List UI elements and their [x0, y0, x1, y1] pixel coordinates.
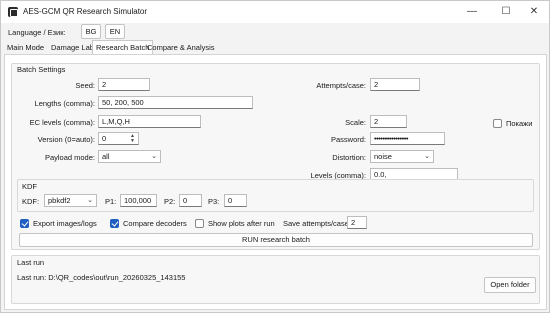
- language-label: Language / Език:: [8, 28, 66, 37]
- kdf-p3-input[interactable]: 0: [224, 194, 247, 207]
- maximize-button[interactable]: ☐: [491, 1, 521, 23]
- tab-damage-lab[interactable]: Damage Lab: [48, 41, 97, 55]
- lengths-label: Lengths (comma):: [34, 99, 95, 108]
- seed-label: Seed:: [75, 81, 95, 90]
- last-run-group: Last run Last run: D:\QR_codes\out\run_2…: [11, 255, 540, 304]
- attempts-input[interactable]: 2: [370, 78, 420, 91]
- show-password-label: Покажи: [506, 119, 533, 128]
- export-images-checkbox[interactable]: [20, 219, 29, 228]
- payload-mode-select[interactable]: all ⌄: [98, 150, 161, 163]
- kdf-p3-label: P3:: [208, 197, 220, 206]
- tab-compare-analysis[interactable]: Compare & Analysis: [144, 41, 218, 55]
- app-icon: [8, 7, 18, 17]
- kdf-p1-label: P1:: [105, 197, 117, 206]
- password-input[interactable]: ••••••••••••••••: [370, 132, 445, 145]
- kdf-group: KDF KDF: pbkdf2 ⌄ P1: 100,000 P2: 0 P3: …: [17, 179, 534, 212]
- version-value: 0: [102, 134, 107, 143]
- run-research-batch-button[interactable]: RUN research batch: [19, 233, 533, 247]
- kdf-title: KDF: [22, 182, 37, 191]
- show-plots-label: Show plots after run: [208, 219, 275, 228]
- lengths-input[interactable]: 50, 200, 500: [98, 96, 253, 109]
- distortion-select[interactable]: noise ⌄: [370, 150, 434, 163]
- password-label: Password:: [330, 135, 366, 144]
- kdf-p2-input[interactable]: 0: [179, 194, 202, 207]
- language-bg-button[interactable]: BG: [81, 24, 101, 39]
- window-title: AES-GCM QR Research Simulator: [23, 7, 148, 16]
- ec-levels-label: EC levels (comma):: [29, 118, 95, 127]
- scale-label: Scale:: [345, 118, 366, 127]
- ec-levels-input[interactable]: L,M,Q,H: [98, 115, 201, 128]
- batch-settings-group: Batch Settings Seed: 2 Lengths (comma): …: [11, 63, 540, 250]
- last-run-title: Last run: [17, 258, 45, 267]
- scale-input[interactable]: 2: [370, 115, 407, 128]
- kdf-p2-label: P2:: [164, 197, 176, 206]
- chevron-down-icon: ⌄: [87, 197, 93, 204]
- export-images-label: Export images/logs: [33, 219, 97, 228]
- chevron-down-icon: ⌄: [151, 153, 157, 160]
- seed-input[interactable]: 2: [98, 78, 150, 91]
- app-window: AES-GCM QR Research Simulator — ☐ ✕ Lang…: [0, 0, 550, 313]
- version-spinbox[interactable]: 0 ▲ ▼: [98, 132, 139, 145]
- save-attempts-input[interactable]: 2: [347, 216, 367, 229]
- last-run-path: Last run: D:\QR_codes\out\run_20260325_1…: [17, 273, 186, 282]
- payload-mode-value: all: [102, 152, 110, 161]
- compare-decoders-checkbox[interactable]: [110, 219, 119, 228]
- show-plots-checkbox[interactable]: [195, 219, 204, 228]
- minimize-button[interactable]: —: [457, 1, 487, 23]
- batch-settings-title: Batch Settings: [17, 65, 66, 74]
- language-en-button[interactable]: EN: [105, 24, 125, 39]
- attempts-label: Attempts/case:: [316, 81, 366, 90]
- payload-mode-label: Payload mode:: [44, 153, 95, 162]
- research-batch-panel: Batch Settings Seed: 2 Lengths (comma): …: [4, 54, 547, 310]
- open-folder-button[interactable]: Open folder: [484, 277, 536, 293]
- kdf-p1-input[interactable]: 100,000: [120, 194, 157, 207]
- version-label: Version (0=auto):: [37, 135, 95, 144]
- chevron-down-icon: ⌄: [424, 153, 430, 160]
- spin-arrows-icon[interactable]: ▲ ▼: [129, 134, 136, 144]
- kdf-value: pbkdf2: [48, 196, 71, 205]
- tab-main-mode[interactable]: Main Mode: [4, 41, 47, 55]
- title-bar: AES-GCM QR Research Simulator — ☐ ✕: [1, 1, 549, 23]
- show-password-checkbox[interactable]: [493, 119, 502, 128]
- kdf-label: KDF:: [22, 197, 40, 206]
- distortion-label: Distortion:: [332, 153, 366, 162]
- close-button[interactable]: ✕: [519, 1, 549, 23]
- save-attempts-label: Save attempts/case:: [283, 219, 351, 228]
- compare-decoders-label: Compare decoders: [123, 219, 187, 228]
- distortion-value: noise: [374, 152, 392, 161]
- kdf-select[interactable]: pbkdf2 ⌄: [44, 194, 97, 207]
